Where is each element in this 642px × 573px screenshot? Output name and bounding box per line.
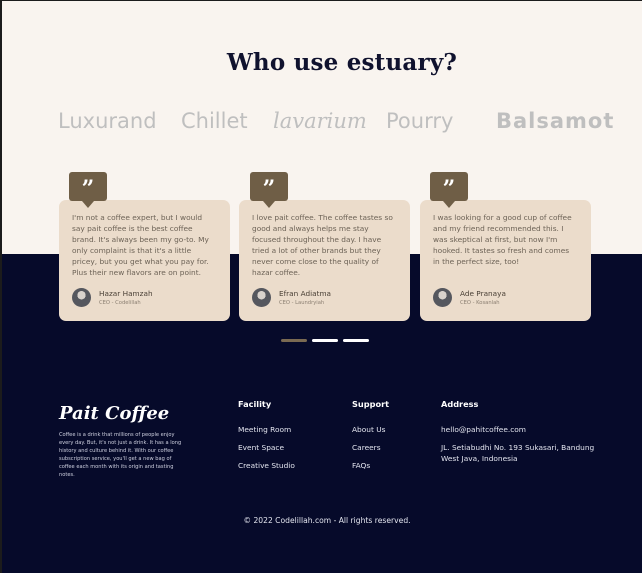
author-name: Efran Adiatma (279, 288, 332, 298)
pagination-dot-1[interactable] (281, 339, 307, 342)
footer-link-careers[interactable]: Careers (352, 443, 381, 452)
footer-description: Coffee is a drink that millions of peopl… (59, 432, 182, 478)
brand-logo-luxurand: Luxurand (58, 109, 157, 133)
quote-icon: ” (430, 172, 468, 208)
copyright-text: © 2022 Codelillah.com - All rights reser… (243, 516, 411, 525)
testimonial-pagination (281, 339, 374, 342)
author-role: CEO - Laundryiah (279, 299, 325, 306)
testimonial-quote: I love pait coffee. The coffee tastes so… (252, 213, 393, 278)
section-title: Who use estuary? (226, 49, 458, 76)
footer-link-about-us[interactable]: About Us (352, 425, 385, 434)
quote-icon: ” (250, 172, 288, 208)
brand-logo-balsamot: Balsamot (496, 109, 615, 133)
footer-link-creative-studio[interactable]: Creative Studio (238, 461, 295, 470)
testimonial-card: I'm not a coffee expert, but I would say… (59, 200, 230, 321)
testimonial-quote: I was looking for a good cup of coffee a… (433, 213, 572, 267)
footer-link-event-space[interactable]: Event Space (238, 443, 284, 452)
support-heading: Support (352, 399, 390, 409)
author-role: CEO - Kosanlah (460, 299, 500, 306)
author-role: CEO - Codelillah (99, 299, 141, 306)
testimonial-author: Hazar Hamzah CEO - Codelillah (72, 288, 153, 307)
footer-logo[interactable]: Pait Coffee (59, 403, 169, 424)
avatar (252, 288, 271, 307)
brand-logo-pourry: Pourry (386, 109, 454, 133)
pagination-dot-3[interactable] (343, 339, 369, 342)
author-name: Ade Pranaya (460, 288, 506, 298)
avatar (433, 288, 452, 307)
brand-logo-chillet: Chillet (181, 109, 248, 133)
testimonial-card: I was looking for a good cup of coffee a… (420, 200, 591, 321)
facility-heading: Facility (238, 399, 272, 409)
quote-icon: ” (69, 172, 107, 208)
address-region: West Java, Indonesia (441, 454, 518, 463)
address-heading: Address (441, 399, 479, 409)
pagination-dot-2[interactable] (312, 339, 338, 342)
footer-link-faqs[interactable]: FAQs (352, 461, 370, 470)
address-street: JL. Setiabudhi No. 193 Sukasari, Bandung (441, 443, 595, 452)
testimonial-card: I love pait coffee. The coffee tastes so… (239, 200, 410, 321)
testimonial-quote: I'm not a coffee expert, but I would say… (72, 213, 209, 278)
footer-link-meeting-room[interactable]: Meeting Room (238, 425, 291, 434)
testimonial-author: Ade Pranaya CEO - Kosanlah (433, 288, 506, 307)
author-name: Hazar Hamzah (99, 288, 153, 298)
contact-email-link[interactable]: hello@pahitcoffee.com (441, 425, 526, 434)
brand-logo-lavarium: lavarium (273, 109, 367, 133)
testimonial-author: Efran Adiatma CEO - Laundryiah (252, 288, 331, 307)
avatar (72, 288, 91, 307)
